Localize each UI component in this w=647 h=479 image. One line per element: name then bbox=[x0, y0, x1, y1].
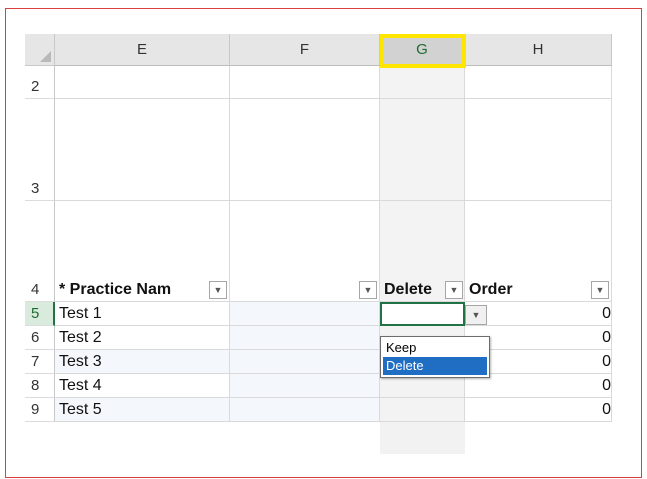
header-practice-name[interactable]: * Practice Nam bbox=[55, 201, 230, 302]
cell-e9[interactable]: Test 5 bbox=[55, 398, 230, 422]
practice-name-label: * Practice Nam bbox=[59, 281, 172, 298]
order-header-label: Order bbox=[469, 281, 513, 298]
row-header-8[interactable]: 8 bbox=[25, 374, 55, 398]
cell-e7[interactable]: Test 3 bbox=[55, 350, 230, 374]
cell-g2[interactable] bbox=[380, 66, 465, 99]
column-header-f[interactable]: F bbox=[230, 34, 380, 66]
cell-h5[interactable]: 0 bbox=[465, 302, 612, 326]
row-header-4[interactable]: 4 bbox=[25, 201, 55, 302]
cell-e8[interactable]: Test 4 bbox=[55, 374, 230, 398]
cell-f5[interactable] bbox=[230, 302, 380, 326]
header-order[interactable]: Order bbox=[465, 201, 612, 302]
row-header-2[interactable]: 2 bbox=[25, 66, 55, 99]
cell-e2[interactable] bbox=[55, 66, 230, 99]
filter-dropdown-g-icon[interactable]: ▼ bbox=[445, 281, 463, 299]
filter-dropdown-h-icon[interactable]: ▼ bbox=[591, 281, 609, 299]
delete-header-label: Delete bbox=[384, 281, 433, 298]
header-f[interactable] bbox=[230, 201, 380, 302]
row-header-7[interactable]: 7 bbox=[25, 350, 55, 374]
cell-g3[interactable] bbox=[380, 99, 465, 201]
spreadsheet-grid: E F G H 2 3 4 5 6 7 8 9 * Practice Nam ▼… bbox=[25, 34, 612, 454]
cell-g9[interactable] bbox=[380, 398, 465, 422]
select-all-corner[interactable] bbox=[25, 34, 55, 66]
select-all-triangle-icon bbox=[40, 51, 51, 62]
row-header-6[interactable]: 6 bbox=[25, 326, 55, 350]
cell-h9[interactable]: 0 bbox=[465, 398, 612, 422]
row-header-3[interactable]: 3 bbox=[25, 99, 55, 201]
filter-dropdown-f-icon[interactable]: ▼ bbox=[359, 281, 377, 299]
cell-f9[interactable] bbox=[230, 398, 380, 422]
cell-f2[interactable] bbox=[230, 66, 380, 99]
cell-e5[interactable]: Test 1 bbox=[55, 302, 230, 326]
dropdown-option-delete[interactable]: Delete bbox=[383, 357, 487, 375]
validation-dropdown-list: Keep Delete bbox=[380, 336, 490, 378]
validation-dropdown-arrow-icon[interactable]: ▼ bbox=[465, 305, 487, 325]
cell-f3[interactable] bbox=[230, 99, 380, 201]
column-header-e[interactable]: E bbox=[55, 34, 230, 66]
row-header-5[interactable]: 5 bbox=[25, 302, 55, 326]
cell-e6[interactable]: Test 2 bbox=[55, 326, 230, 350]
cell-f8[interactable] bbox=[230, 374, 380, 398]
cell-e3[interactable] bbox=[55, 99, 230, 201]
column-header-h[interactable]: H bbox=[465, 34, 612, 66]
cell-h3[interactable] bbox=[465, 99, 612, 201]
cell-f6[interactable] bbox=[230, 326, 380, 350]
cell-f7[interactable] bbox=[230, 350, 380, 374]
row-header-9[interactable]: 9 bbox=[25, 398, 55, 422]
active-cell-g5[interactable] bbox=[380, 302, 465, 326]
filter-dropdown-e-icon[interactable]: ▼ bbox=[209, 281, 227, 299]
cell-h2[interactable] bbox=[465, 66, 612, 99]
column-g-highlight-box bbox=[380, 34, 466, 68]
dropdown-option-keep[interactable]: Keep bbox=[383, 339, 487, 357]
